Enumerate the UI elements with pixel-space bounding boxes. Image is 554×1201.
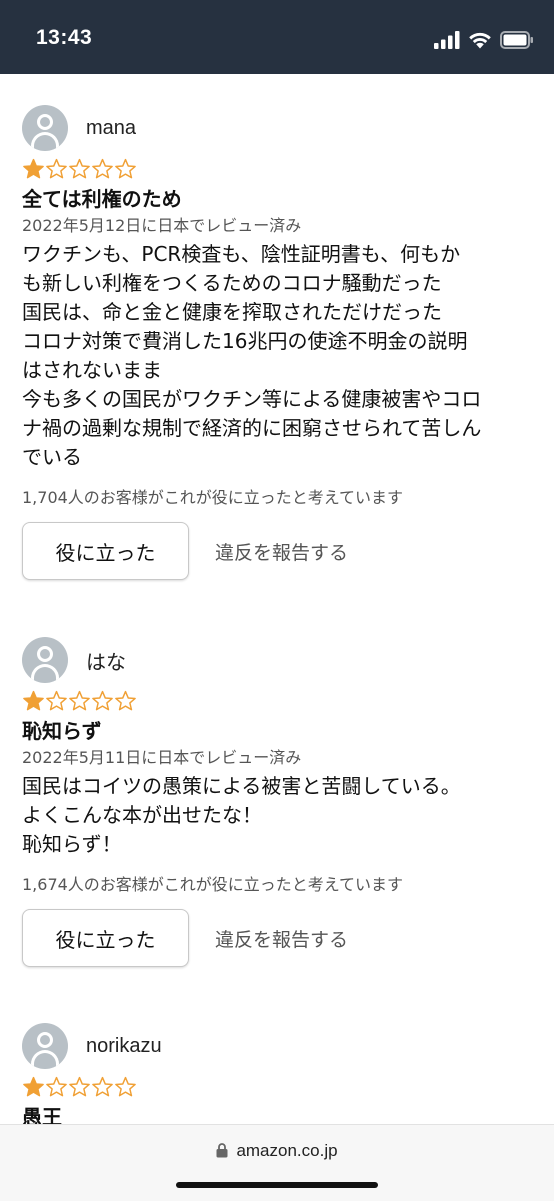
helpful-button[interactable]: 役に立った <box>22 522 189 580</box>
review-item: はな 恥知らず 2022年5月11日に日本でレビュー済み 国民はコイツの愚策によ… <box>22 636 537 967</box>
reviewer-name: norikazu <box>86 1034 162 1057</box>
star-empty-icon <box>92 158 113 179</box>
review-body-line: でいる <box>22 445 82 469</box>
browser-address-bar[interactable]: amazon.co.jp <box>0 1124 554 1201</box>
lock-icon <box>216 1143 228 1158</box>
star-empty-icon <box>115 158 136 179</box>
star-empty-icon <box>92 690 113 711</box>
status-time: 13:43 <box>36 26 93 49</box>
star-rating <box>22 1074 537 1100</box>
review-body-line: も新しい利権をつくるためのコロナ騒動だった <box>22 271 442 295</box>
review-actions: 役に立った 違反を報告する <box>22 522 537 580</box>
star-filled-icon <box>23 690 44 711</box>
review-body-line: 今も多くの国民がワクチン等による健康被害やコロ <box>22 387 482 411</box>
review-body-line: 国民は、命と金と健康を搾取されただけだった <box>22 300 442 324</box>
star-empty-icon <box>46 690 67 711</box>
review-title[interactable]: 恥知らず <box>22 716 537 746</box>
review-body-line: ナ禍の過剰な規制で経済的に困窮させられて苦しん <box>22 416 482 440</box>
url-display[interactable]: amazon.co.jp <box>0 1141 554 1161</box>
star-empty-icon <box>69 158 90 179</box>
review-body-line: 国民はコイツの愚策による被害と苦闘している。 <box>22 774 461 798</box>
review-title[interactable]: 愚王 <box>22 1102 537 1124</box>
star-rating <box>22 688 537 714</box>
helpful-button[interactable]: 役に立った <box>22 909 189 967</box>
star-rating <box>22 156 537 182</box>
reviewer-profile[interactable]: mana <box>22 104 537 152</box>
review-date: 2022年5月11日に日本でレビュー済み <box>22 748 302 767</box>
reviewer-name: mana <box>86 116 137 139</box>
avatar-icon <box>22 1023 68 1069</box>
helpful-count: 1,674人のお客様がこれが役に立ったと考えています <box>22 875 404 894</box>
star-filled-icon <box>23 158 44 179</box>
review-list: mana 全ては利権のため 2022年5月12日に日本でレビュー済み ワクチンも… <box>0 74 554 1124</box>
review-item: norikazu 愚王 <box>22 1022 537 1124</box>
star-empty-icon <box>46 1076 67 1097</box>
status-bar: 13:43 <box>0 0 554 74</box>
review-date: 2022年5月12日に日本でレビュー済み <box>22 216 302 235</box>
review-body: 国民はコイツの愚策による被害と苦闘している。 よくこんな本が出せたな！ 恥知らず… <box>22 772 537 859</box>
star-empty-icon <box>69 1076 90 1097</box>
report-abuse-link[interactable]: 違反を報告する <box>215 538 348 565</box>
wifi-icon <box>469 32 491 49</box>
star-empty-icon <box>92 1076 113 1097</box>
review-item: mana 全ては利権のため 2022年5月12日に日本でレビュー済み ワクチンも… <box>22 104 537 580</box>
signal-icon <box>434 31 460 49</box>
battery-icon <box>500 31 533 49</box>
reviewer-name: はな <box>86 651 126 674</box>
review-body: ワクチンも、PCR検査も、陰性証明書も、何もか も新しい利権をつくるためのコロナ… <box>22 240 537 472</box>
home-indicator[interactable] <box>176 1182 378 1188</box>
star-filled-icon <box>23 1076 44 1097</box>
review-body-line: はされないまま <box>22 358 162 382</box>
review-body-line: 恥知らず！ <box>22 832 122 856</box>
star-empty-icon <box>46 158 67 179</box>
report-abuse-link[interactable]: 違反を報告する <box>215 925 348 952</box>
review-body-line: コロナ対策で費消した16兆円の使途不明金の説明 <box>22 329 468 353</box>
url-text: amazon.co.jp <box>236 1141 338 1160</box>
star-empty-icon <box>115 690 136 711</box>
review-body-line: ワクチンも、PCR検査も、陰性証明書も、何もか <box>22 242 461 266</box>
star-empty-icon <box>69 690 90 711</box>
avatar-icon <box>22 637 68 683</box>
status-icons <box>434 30 534 50</box>
review-body-line: よくこんな本が出せたな！ <box>22 803 262 827</box>
reviewer-profile[interactable]: norikazu <box>22 1022 537 1070</box>
review-title[interactable]: 全ては利権のため <box>22 184 537 214</box>
avatar-icon <box>22 105 68 151</box>
reviewer-profile[interactable]: はな <box>22 636 537 684</box>
review-actions: 役に立った 違反を報告する <box>22 909 537 967</box>
helpful-count: 1,704人のお客様がこれが役に立ったと考えています <box>22 488 404 507</box>
star-empty-icon <box>115 1076 136 1097</box>
